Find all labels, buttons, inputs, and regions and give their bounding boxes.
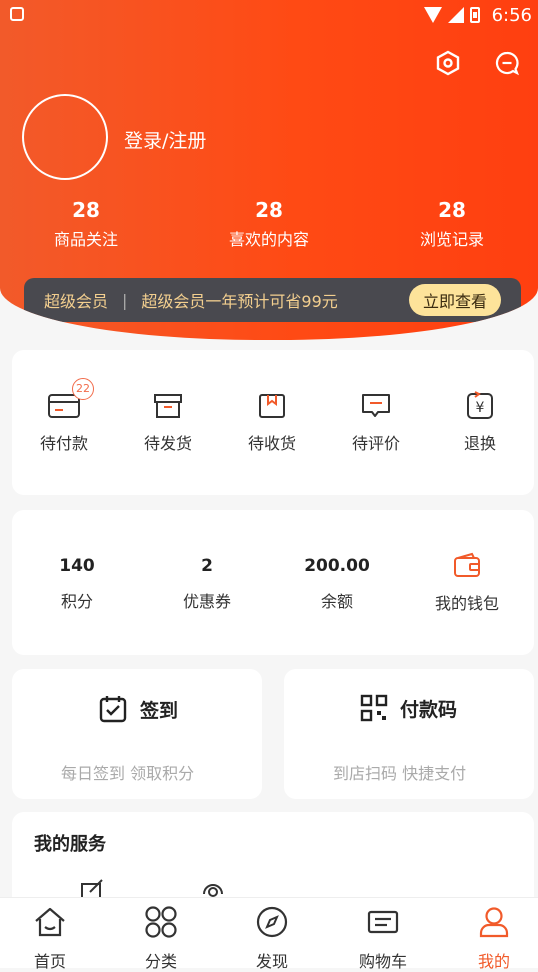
- asset-label: 我的钱包: [434, 594, 499, 613]
- tab-cart[interactable]: 购物车: [343, 904, 423, 972]
- login-register-link[interactable]: 登录/注册: [124, 126, 206, 153]
- profile-header: 6:56 登录/注册 28 商品关注 28 喜欢的内容 28 浏览记录 超级会员…: [0, 0, 538, 340]
- order-pending-payment[interactable]: 22 待付款: [22, 378, 106, 454]
- tab-category[interactable]: 分类: [121, 904, 201, 972]
- vip-promo: 超级会员一年预计可省99元: [141, 292, 338, 311]
- stat-value: 28: [438, 198, 466, 222]
- vip-view-button[interactable]: 立即查看: [408, 284, 501, 316]
- wifi-icon: [424, 7, 442, 23]
- checkin-title-row: 签到: [98, 694, 178, 724]
- order-badge: 22: [72, 378, 94, 400]
- user-icon: [479, 907, 509, 938]
- vip-banner[interactable]: 超级会员 | 超级会员一年预计可省99元 立即查看: [24, 278, 521, 322]
- category-icon: [145, 906, 177, 938]
- asset-value: 200.00: [304, 556, 370, 576]
- tab-mine[interactable]: 我的: [454, 904, 534, 972]
- order-label: 待付款: [39, 434, 88, 453]
- stat-value: 28: [72, 198, 100, 222]
- paycode-title: 付款码: [400, 698, 458, 721]
- asset-balance[interactable]: 200.00 余额: [277, 556, 397, 612]
- vip-title: 超级会员: [44, 292, 109, 311]
- settings-icon[interactable]: [434, 49, 462, 77]
- svg-text:¥: ¥: [476, 400, 485, 416]
- order-pending-receipt[interactable]: 待收货: [230, 388, 314, 454]
- order-label: 待收货: [247, 434, 296, 453]
- calendar-check-icon: [99, 696, 127, 723]
- checkin-subtitle: 每日签到 领取积分: [61, 764, 195, 783]
- status-time: 6:56: [491, 5, 532, 26]
- order-pending-review[interactable]: 待评价: [334, 388, 418, 454]
- tab-home[interactable]: 首页: [10, 904, 90, 972]
- message-icon[interactable]: [493, 49, 521, 77]
- paycode-subtitle: 到店扫码 快捷支付: [333, 764, 467, 783]
- compass-icon: [256, 906, 288, 938]
- cart-icon: [367, 910, 399, 934]
- stat-value: 28: [255, 198, 283, 222]
- asset-label: 积分: [60, 592, 93, 611]
- asset-label: 余额: [320, 592, 353, 611]
- battery-icon: [470, 7, 480, 23]
- checkin-title: 签到: [140, 699, 179, 722]
- services-title: 我的服务: [34, 834, 106, 855]
- my-wallet[interactable]: 我的钱包: [407, 552, 527, 614]
- asset-coupons[interactable]: 2 优惠券: [147, 556, 267, 612]
- signal-icon: [448, 7, 464, 23]
- order-label: 待评价: [351, 434, 400, 453]
- order-label: 退换: [463, 434, 496, 453]
- tab-discover[interactable]: 发现: [232, 904, 312, 972]
- stat-label: 喜欢的内容: [228, 230, 309, 249]
- tab-label: 发现: [255, 952, 288, 971]
- vip-separator: |: [122, 290, 128, 310]
- tab-label: 购物车: [358, 952, 407, 971]
- bottom-tab-bar: 首页 分类 发现 购物车 我的: [0, 897, 538, 971]
- asset-label: 优惠券: [182, 592, 231, 611]
- tab-label: 分类: [144, 952, 177, 971]
- notification-icon: [10, 7, 24, 21]
- wallet-icon: [454, 552, 480, 577]
- refund-icon: ¥: [467, 391, 493, 419]
- status-bar: 6:56: [0, 0, 538, 30]
- order-pending-shipment[interactable]: 待发货: [126, 388, 210, 454]
- qr-code-icon: [360, 694, 388, 722]
- paycode-title-row: 付款码: [360, 694, 457, 722]
- asset-value: 140: [59, 556, 95, 576]
- asset-value: 2: [201, 556, 213, 576]
- stat-label: 商品关注: [53, 230, 118, 249]
- order-returns[interactable]: ¥ 退换: [438, 388, 522, 454]
- stat-liked-content[interactable]: 28 喜欢的内容: [189, 198, 349, 250]
- stat-browse-history[interactable]: 28 浏览记录: [372, 198, 532, 250]
- comment-icon: [362, 394, 390, 417]
- box-icon: [154, 394, 182, 418]
- stat-label: 浏览记录: [419, 230, 484, 249]
- asset-points[interactable]: 140 积分: [17, 556, 137, 612]
- tab-label: 我的: [477, 952, 510, 971]
- home-icon: [35, 907, 65, 937]
- stat-product-follows[interactable]: 28 商品关注: [6, 198, 166, 250]
- order-label: 待发货: [143, 434, 192, 453]
- avatar[interactable]: [22, 94, 108, 180]
- tab-label: 首页: [33, 952, 66, 971]
- package-icon: [259, 394, 285, 418]
